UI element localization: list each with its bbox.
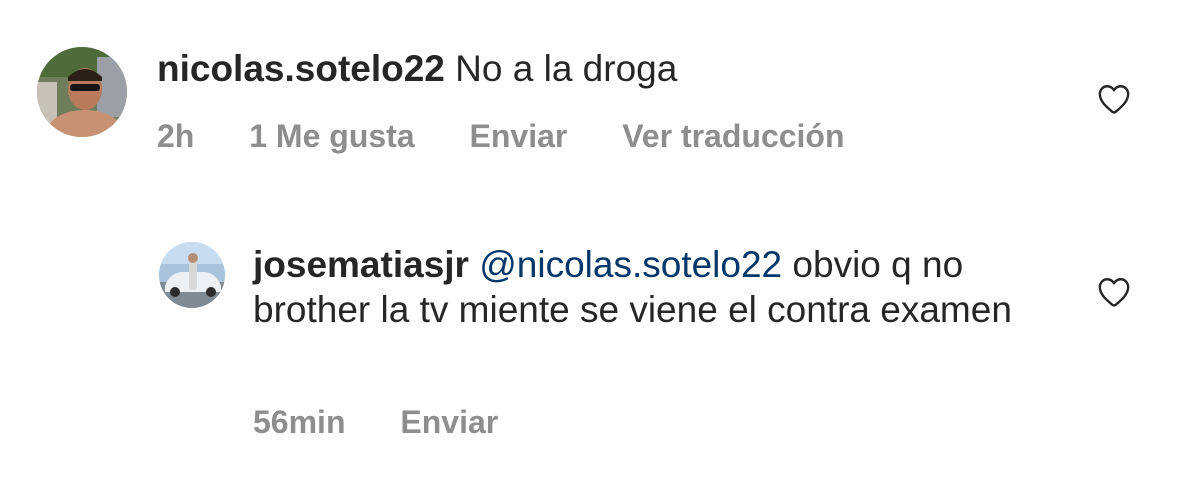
avatar[interactable] [37, 47, 127, 137]
avatar[interactable] [159, 242, 225, 308]
heart-outline-icon[interactable] [1097, 83, 1131, 115]
reply-button[interactable]: Enviar [400, 404, 498, 440]
avatar-photo [159, 242, 225, 308]
reply-timestamp: 56min [253, 404, 346, 440]
heart-outline-icon[interactable] [1097, 276, 1131, 308]
comment-timestamp: 2h [157, 118, 195, 154]
comment-text: nicolas.sotelo22 No a la droga [157, 46, 677, 92]
comment-body: No a la droga [455, 48, 678, 89]
comment-meta: 2h 1 Me gusta Enviar Ver traducción [157, 116, 891, 156]
likes-count-link[interactable]: 1 Me gusta [249, 118, 414, 154]
reply-text: josematiasjr @nicolas.sotelo22 obvio q n… [253, 242, 1053, 332]
translate-link[interactable]: Ver traducción [622, 118, 844, 154]
avatar-photo [37, 47, 127, 137]
reply-username[interactable]: josematiasjr [253, 244, 469, 285]
reply-button[interactable]: Enviar [470, 118, 568, 154]
comment-username[interactable]: nicolas.sotelo22 [157, 48, 445, 89]
mention-link[interactable]: @nicolas.sotelo22 [479, 244, 782, 285]
reply-meta: 56min Enviar [253, 402, 544, 442]
